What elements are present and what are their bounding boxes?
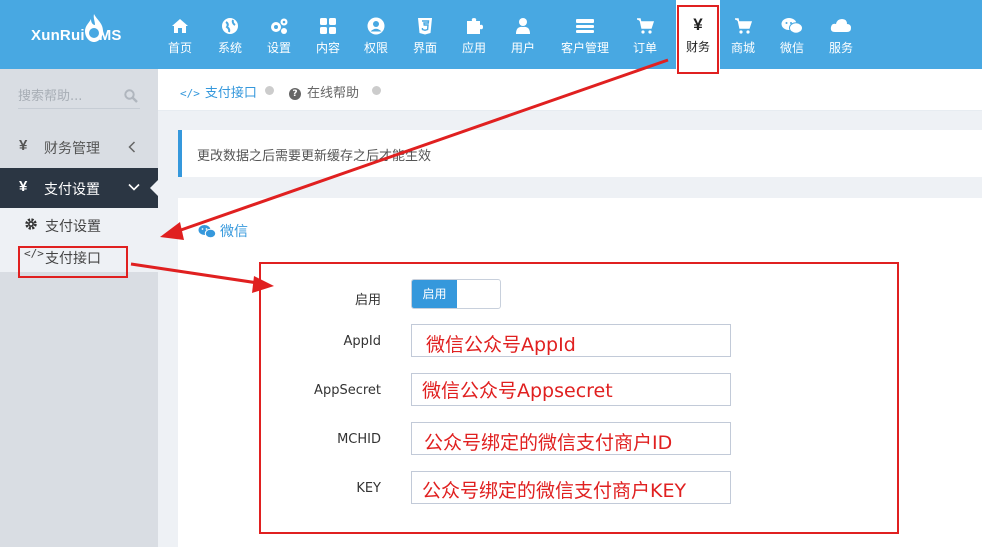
annotation-arrows [130, 58, 669, 293]
annotation-arrow-finance [177, 58, 669, 233]
annotation-arrow-form [130, 262, 259, 285]
arrowhead [160, 222, 184, 240]
arrowhead [252, 276, 274, 293]
